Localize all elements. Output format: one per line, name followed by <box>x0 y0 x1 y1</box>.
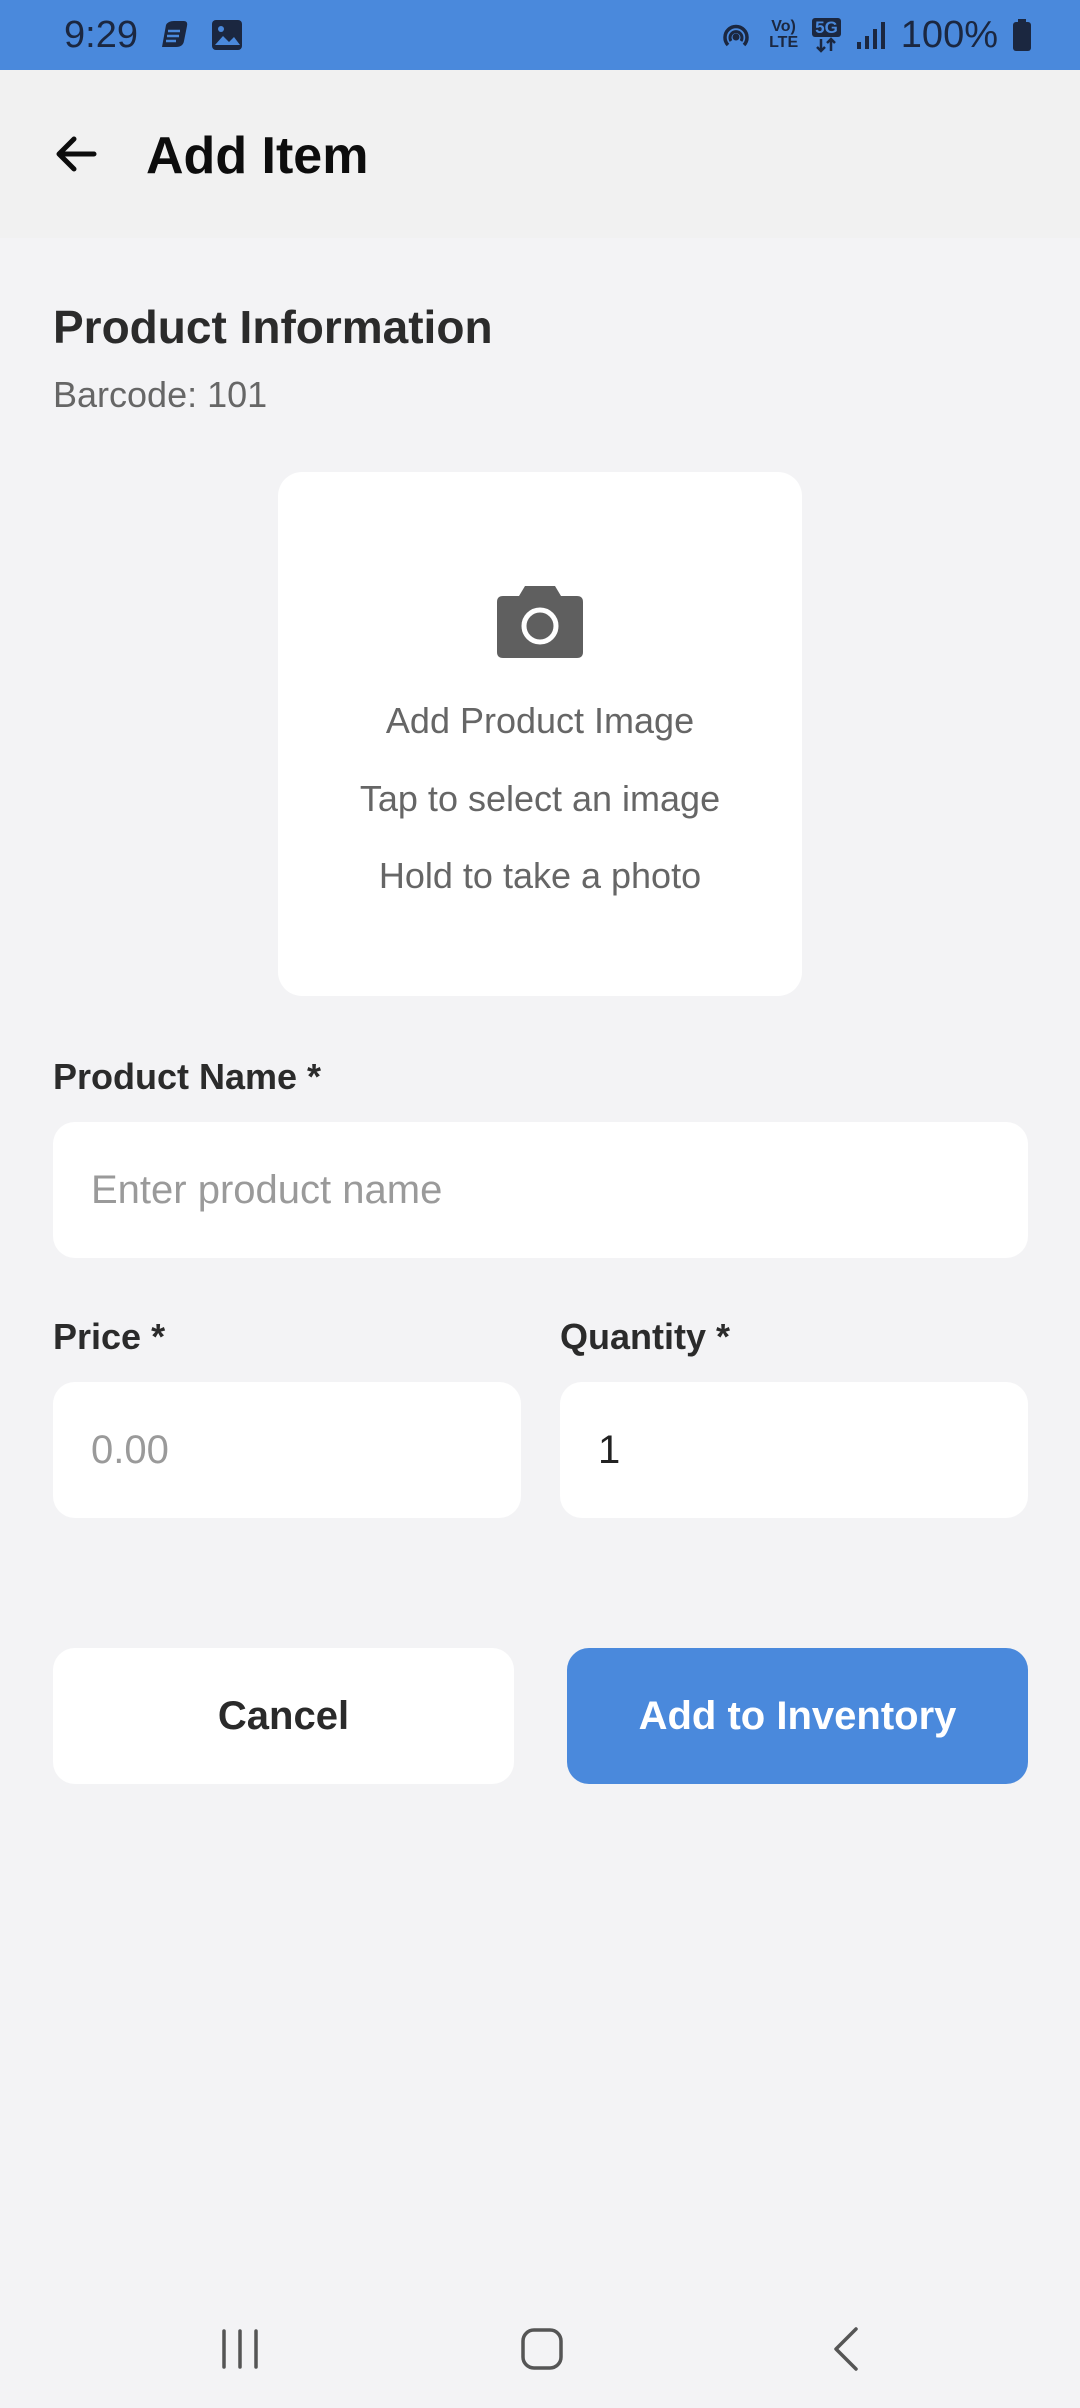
quantity-label: Quantity * <box>560 1316 731 1357</box>
add-to-inventory-button[interactable]: Add to Inventory <box>567 1648 1028 1784</box>
nav-back-button[interactable] <box>806 2316 886 2382</box>
image-picker-hold-hint: Hold to take a photo <box>378 855 702 896</box>
back-chevron-icon <box>834 2327 858 2371</box>
page-title: Add Item <box>146 127 369 185</box>
cancel-button-label: Cancel <box>217 1693 350 1738</box>
status-right: Vo) LTE 5G 100% <box>717 14 1032 57</box>
price-input[interactable] <box>53 1382 521 1518</box>
status-bar: 9:29 Vo) LTE 5G 100% <box>0 0 1080 70</box>
back-button[interactable] <box>40 118 112 190</box>
image-picker-title: Add Product Image <box>385 700 695 741</box>
volte-bottom-text: LTE <box>769 34 799 51</box>
home-icon <box>521 2328 563 2370</box>
5g-text: 5G <box>812 17 841 37</box>
app-bar: Add Item <box>0 70 1080 238</box>
cancel-button[interactable]: Cancel <box>53 1648 514 1784</box>
recents-button[interactable] <box>200 2316 280 2382</box>
volte-top-text: Vo) <box>771 18 796 35</box>
hotspot-icon <box>717 17 755 53</box>
arrow-left-icon <box>56 136 97 172</box>
price-label: Price * <box>53 1316 166 1357</box>
barcode-text: Barcode: 101 <box>53 374 268 415</box>
add-to-inventory-label: Add to Inventory <box>638 1693 957 1738</box>
messenger-icon <box>156 17 192 53</box>
volte-icon: Vo) LTE <box>769 19 798 51</box>
battery-percent: 100% <box>900 13 998 56</box>
gallery-icon <box>210 18 244 52</box>
status-left: 9:29 <box>64 14 244 57</box>
camera-icon <box>497 586 583 658</box>
recents-icon <box>222 2329 258 2369</box>
product-name-input[interactable] <box>53 1122 1028 1258</box>
system-nav-bar <box>0 2290 1080 2408</box>
status-time: 9:29 <box>64 13 138 56</box>
section-title: Product Information <box>53 301 493 353</box>
5g-icon: 5G <box>812 17 841 53</box>
signal-icon <box>855 20 887 50</box>
battery-icon <box>1012 18 1032 52</box>
image-picker-tap-hint: Tap to select an image <box>359 778 721 819</box>
home-button[interactable] <box>502 2316 582 2382</box>
product-name-label: Product Name * <box>53 1056 322 1097</box>
product-image-picker[interactable]: Add Product Image Tap to select an image… <box>278 472 802 996</box>
quantity-input[interactable] <box>560 1382 1028 1518</box>
